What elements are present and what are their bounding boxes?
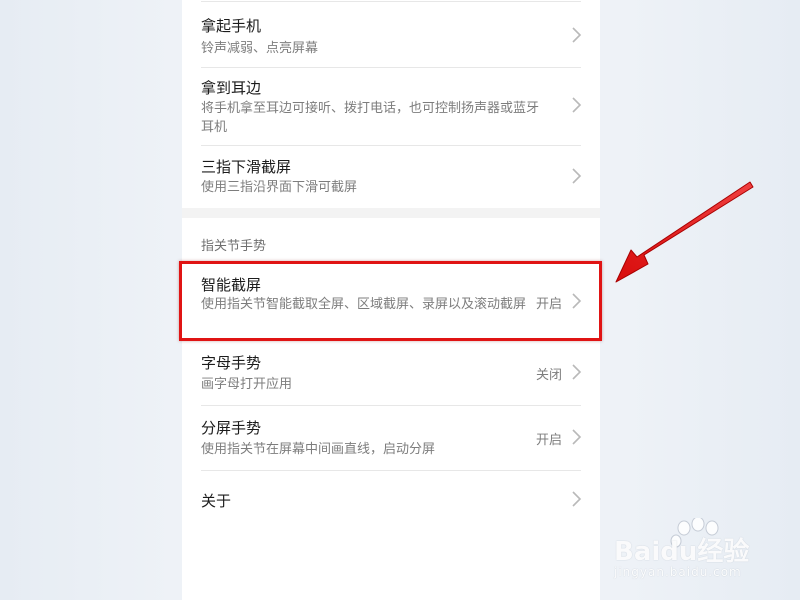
item-title: 拿到耳边 xyxy=(201,79,262,97)
chevron-right-icon xyxy=(572,168,582,184)
list-item-three-finger-screenshot[interactable]: 三指下滑截屏 使用三指沿界面下滑可截屏 xyxy=(182,146,600,208)
chevron-right-icon xyxy=(572,27,582,43)
item-title: 字母手势 xyxy=(201,354,262,372)
item-title: 关于 xyxy=(201,492,232,510)
gesture-settings-card: 拿起手机 铃声减弱、点亮屏幕 拿到耳边 将手机拿至耳边可接听、拨打电话，也可控制… xyxy=(182,0,600,208)
item-title: 三指下滑截屏 xyxy=(201,158,292,176)
chevron-right-icon xyxy=(572,429,582,445)
chevron-right-icon xyxy=(572,364,582,380)
list-item-letter-gestures[interactable]: 字母手势 画字母打开应用 关闭 xyxy=(182,341,600,405)
list-item-raise-to-ear[interactable]: 拿到耳边 将手机拿至耳边可接听、拨打电话，也可控制扬声器或蓝牙耳机 xyxy=(182,68,600,145)
item-title: 拿起手机 xyxy=(201,17,262,35)
item-subtitle: 铃声减弱、点亮屏幕 xyxy=(201,41,319,56)
item-subtitle: 使用三指沿界面下滑可截屏 xyxy=(201,180,358,195)
list-item-about[interactable]: 关于 xyxy=(182,471,600,529)
section-header: 指关节手势 xyxy=(201,239,267,254)
status-value: 关闭 xyxy=(535,368,562,383)
chevron-right-icon xyxy=(572,97,582,113)
status-value: 开启 xyxy=(535,433,562,448)
watermark-brand: Baidu经验 xyxy=(614,537,750,567)
annotation-highlight-box xyxy=(179,261,602,341)
list-item-pick-up-phone[interactable]: 拿起手机 铃声减弱、点亮屏幕 xyxy=(182,2,600,68)
item-subtitle: 画字母打开应用 xyxy=(201,377,293,392)
chevron-right-icon xyxy=(572,491,582,507)
item-subtitle: 使用指关节在屏幕中间画直线，启动分屏 xyxy=(201,442,436,457)
annotation-arrow-icon xyxy=(615,181,754,283)
watermark-url: jingyan.baidu.com xyxy=(614,565,742,579)
list-item-split-screen-gesture[interactable]: 分屏手势 使用指关节在屏幕中间画直线，启动分屏 开启 xyxy=(182,406,600,470)
item-title: 分屏手势 xyxy=(201,419,262,437)
item-subtitle: 将手机拿至耳边可接听、拨打电话，也可控制扬声器或蓝牙耳机 xyxy=(201,101,540,135)
